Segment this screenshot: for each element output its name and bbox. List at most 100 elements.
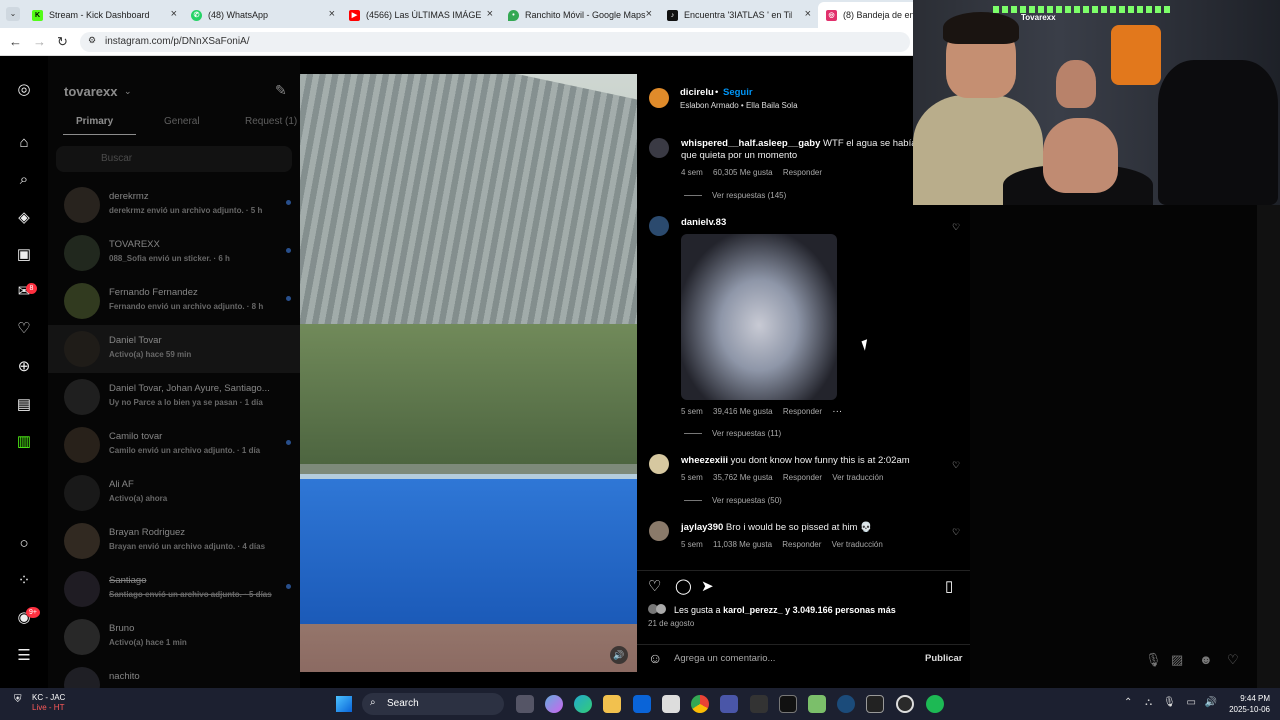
tab-youtube[interactable]: ▶ (4566) Las ÚLTIMAS IMÁGENES × [349,4,493,26]
microphone-icon[interactable]: 🎙 [1145,652,1162,668]
threads-icon[interactable]: ○ [15,535,33,553]
explore-icon[interactable]: ◈ [15,209,33,227]
comment-input[interactable]: Agrega un comentario... [674,653,775,664]
steam-icon[interactable] [837,695,855,713]
conversation-item[interactable]: Fernando Fernandez Fernando envió un arch… [48,277,300,325]
avatar[interactable] [649,88,669,108]
image-icon[interactable]: ▨ [1171,652,1183,668]
home-icon[interactable]: ⌂ [15,134,33,152]
reply-button[interactable]: Responder [783,168,822,177]
follow-button[interactable]: Seguir [723,87,753,98]
instagram-logo-icon[interactable]: ◎ [15,81,33,99]
compose-icon[interactable]: ✎ [275,82,287,99]
taskbar-search[interactable]: ⌕ Search [362,693,504,715]
search-input[interactable]: Buscar [56,146,292,172]
create-icon[interactable]: ⊕ [15,358,33,376]
conversation-item[interactable]: derekrmz derekrmz envió un archivo adjunt… [48,181,300,229]
back-icon[interactable]: ← [9,34,22,49]
store-icon[interactable] [662,695,680,713]
tab-list-dropdown-button[interactable]: ⌄ [6,7,20,21]
close-tab-icon[interactable]: × [487,8,493,20]
more-options-icon[interactable]: ··· [832,406,842,417]
close-tab-icon[interactable]: × [329,8,335,20]
tab-whatsapp[interactable]: ✆ (48) WhatsApp × [191,4,335,26]
tab-requests[interactable]: Request (1) [245,116,297,127]
comment-likes[interactable]: 60,305 Me gusta [713,168,773,177]
task-view-icon[interactable] [516,695,534,713]
conversation-item[interactable]: Camilo tovar Camilo envió un archivo adju… [48,421,300,469]
comment-likes[interactable]: 35,762 Me gusta [713,473,773,482]
avatar[interactable] [649,454,669,474]
conversation-item[interactable]: Daniel Tovar Activo(a) hace 59 min [48,325,300,373]
file-explorer-icon[interactable] [603,695,621,713]
windows-start-icon[interactable] [336,696,352,712]
conversation-item[interactable]: Brayan Rodriguez Brayan envió un archivo … [48,517,300,565]
comment-likes[interactable]: 11,038 Me gusta [713,540,772,549]
share-icon[interactable]: ➤ [701,577,714,595]
reload-icon[interactable]: ↻ [57,34,68,50]
translate-button[interactable]: Ver traducción [832,473,883,482]
post-audio[interactable]: Eslabon Armado • Ella Baila Sola [680,101,798,110]
reply-button[interactable]: Responder [783,407,822,416]
likes-count[interactable]: y 3.049.166 personas más [785,605,896,615]
like-icon[interactable]: ♡ [648,577,661,595]
app-tray-icon[interactable]: ⛬ [1145,697,1152,708]
conversation-item[interactable]: Bruno Activo(a) hace 1 min [48,613,300,661]
close-tab-icon[interactable]: × [805,8,811,20]
comment-gif[interactable] [681,234,837,400]
post-video[interactable]: 🔊 [300,74,637,672]
reels-icon[interactable]: ▣ [15,246,33,264]
conversation-item[interactable]: Santiago Santiago envió un archivo adjunt… [48,565,300,613]
likes-user[interactable]: karol_perezz_ [723,605,783,615]
bookmark-icon[interactable]: ▯ [945,577,953,595]
terminal-icon[interactable] [866,695,884,713]
obs-icon[interactable] [896,695,914,713]
apps-grid-icon[interactable] [750,695,768,713]
sports-widget[interactable]: ⛨ KC - JAC Live - HT [14,693,65,713]
volume-icon[interactable]: 🔊 [610,646,628,664]
tab-general[interactable]: General [164,116,200,127]
forward-icon[interactable]: → [33,34,46,49]
kick-extension-icon[interactable]: ▥ [15,433,33,451]
avatar[interactable] [649,138,669,158]
copilot-icon[interactable] [545,695,563,713]
edge-icon[interactable] [574,695,592,713]
reply-button[interactable]: Responder [782,540,821,549]
taskbar-clock[interactable]: 9:44 PM 2025-10-06 [1222,693,1270,715]
like-comment-icon[interactable]: ♡ [952,527,960,538]
post-author[interactable]: dicirelu [680,87,714,98]
heart-icon[interactable]: ♡ [1227,652,1239,668]
chevron-down-icon[interactable]: ⌄ [124,86,132,97]
conversation-item[interactable]: TOVAREXX 088_Sofia envió un sticker. · 6 … [48,229,300,277]
capcut-icon[interactable] [779,695,797,713]
view-replies-button[interactable]: Ver respuestas (145) [684,191,786,200]
avatar[interactable] [649,521,669,541]
inbox-username[interactable]: tovarexx [64,84,117,99]
network-icon[interactable]: ▭ [1186,697,1195,708]
translate-button[interactable]: Ver traducción [832,540,883,549]
menu-icon[interactable]: ☰ [15,647,33,665]
emoji-icon[interactable]: ☺ [648,650,662,666]
conversation-item[interactable]: Ali AF Activo(a) ahora [48,469,300,517]
dashboard-icon[interactable]: ▤ [15,396,33,414]
spotify-icon[interactable] [926,695,944,713]
search-icon[interactable]: ⌕ [15,171,33,189]
comment-likes[interactable]: 39,416 Me gusta [713,407,773,416]
tab-maps[interactable]: • Ranchito Móvil - Google Maps × [508,4,652,26]
chevron-up-icon[interactable]: ⌃ [1124,697,1132,708]
view-replies-button[interactable]: Ver respuestas (50) [684,496,782,505]
chrome-icon[interactable] [691,695,709,713]
tab-primary[interactable]: Primary [76,116,113,127]
conversation-item[interactable]: Daniel Tovar, Johan Ayure, Santiago... Uy… [48,373,300,421]
comment-user[interactable]: whispered__half.asleep__gaby [681,138,820,149]
outlook-icon[interactable] [633,695,651,713]
apps-icon[interactable]: ⁘ [15,572,33,590]
publish-button[interactable]: Publicar [925,653,963,664]
avatar[interactable] [649,216,669,236]
comment-user[interactable]: danielv.83 [681,217,726,228]
comment-icon[interactable]: ◯ [675,577,692,595]
microphone-icon[interactable]: 🎙 [1163,697,1176,708]
sticker-icon[interactable]: ☻ [1199,652,1213,667]
view-replies-button[interactable]: Ver respuestas (11) [684,429,781,438]
close-tab-icon[interactable]: × [171,8,177,20]
